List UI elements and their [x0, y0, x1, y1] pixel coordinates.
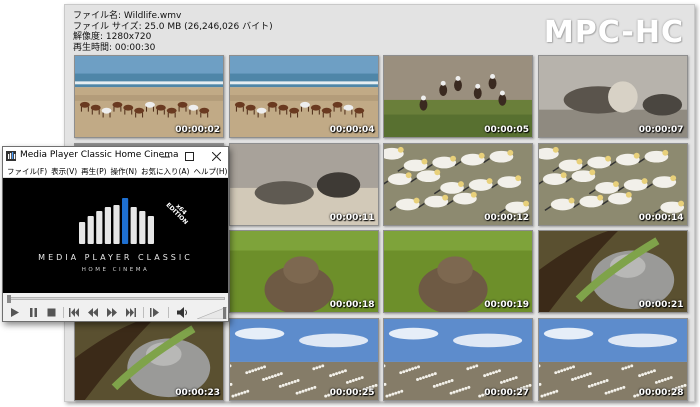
menu-bar: ファイル(F) 表示(V) 再生(P) 操作(N) お気に入り(A) ヘルプ(H)	[3, 165, 228, 178]
logo-title: MEDIA PLAYER CLASSIC	[38, 253, 193, 262]
timestamp: 00:00:18	[329, 300, 375, 310]
control-separator	[63, 307, 64, 318]
maximize-button[interactable]	[176, 147, 202, 165]
thumbnail: 00:00:18	[228, 230, 379, 313]
menu-item[interactable]: 再生(P)	[79, 165, 108, 177]
menu-item[interactable]: ヘルプ(H)	[191, 165, 229, 177]
menu-item[interactable]: 操作(N)	[109, 165, 139, 177]
mpc-logo-bars	[79, 198, 154, 244]
rewind-button[interactable]	[86, 305, 100, 319]
logo-bar	[96, 211, 103, 244]
seek-track[interactable]	[7, 297, 225, 300]
thumbnail: 00:00:07	[537, 55, 688, 138]
skip-forward-icon	[126, 307, 136, 317]
close-button[interactable]	[203, 147, 229, 165]
title-bar[interactable]: Media Player Classic Home Cinema	[3, 147, 228, 165]
timestamp: 00:00:27	[484, 387, 529, 398]
timestamp: 00:00:14	[638, 212, 684, 223]
menu-item[interactable]: お気に入り(A)	[139, 165, 191, 177]
timestamp: 00:00:11	[329, 212, 375, 223]
play-icon	[10, 307, 19, 317]
minimize-icon	[160, 156, 170, 157]
logo-bar	[122, 198, 129, 244]
timestamp: 00:00:07	[638, 125, 684, 135]
logo-bar	[79, 222, 86, 244]
menu-item[interactable]: 表示(V)	[49, 165, 79, 177]
logo-bar	[147, 216, 154, 244]
skip-forward-button[interactable]	[124, 305, 138, 319]
logo-bar	[113, 205, 120, 244]
rewind-icon	[88, 307, 98, 317]
timestamp: 00:00:05	[484, 125, 529, 135]
control-bar	[3, 303, 228, 321]
timestamp: 00:00:25	[329, 387, 375, 398]
close-icon	[211, 151, 221, 161]
seek-bar[interactable]	[7, 295, 225, 303]
thumbnail: 00:00:02	[74, 55, 224, 138]
frame-step-icon	[150, 307, 159, 317]
info-resolution: 解像度: 1280x720	[73, 32, 152, 42]
timestamp: 00:00:19	[484, 300, 529, 310]
brand-logo: MPC-HC	[543, 15, 684, 50]
volume-slider[interactable]	[197, 307, 227, 319]
logo-bar	[104, 207, 111, 244]
frame-step-button[interactable]	[148, 305, 162, 319]
pause-icon	[29, 307, 37, 317]
app-icon	[6, 151, 16, 161]
thumbnail: 00:00:11	[228, 142, 379, 226]
fast-forward-button[interactable]	[105, 305, 119, 319]
seek-handle[interactable]	[7, 295, 11, 303]
logo-bar	[139, 211, 146, 244]
thumbnail: 00:00:14	[537, 142, 688, 226]
skip-back-icon	[69, 307, 79, 317]
thumbnail: 00:00:19	[383, 230, 533, 313]
info-duration: 再生時間: 00:00:30	[73, 42, 156, 53]
thumbnail: 00:00:21	[537, 230, 688, 313]
minimize-button[interactable]	[152, 147, 178, 165]
video-area[interactable]: x64 EDITION MEDIA PLAYER CLASSIC HOME CI…	[3, 178, 228, 293]
info-filesize: ファイル サイズ: 25.0 MB (26,246,026 バイト)	[73, 21, 273, 32]
file-info: ファイル名: Wildlife.wmv ファイル サイズ: 25.0 MB (2…	[73, 11, 273, 53]
speaker-icon	[177, 306, 187, 318]
thumbnail: 00:00:05	[383, 55, 533, 138]
stop-icon	[47, 308, 55, 316]
timestamp: 00:00:12	[484, 212, 529, 223]
logo-bar	[87, 216, 94, 244]
timestamp: 00:00:02	[175, 125, 220, 135]
thumbnail: 00:00:04	[228, 55, 379, 138]
skip-back-button[interactable]	[67, 305, 81, 319]
timestamp: 00:00:28	[638, 387, 684, 398]
player-window[interactable]: Media Player Classic Home Cinema ファイル(F)…	[2, 146, 229, 322]
mute-button[interactable]	[176, 305, 190, 319]
maximize-icon	[184, 151, 194, 161]
logo-bar	[130, 207, 137, 244]
timestamp: 00:00:04	[329, 125, 375, 135]
timestamp: 00:00:21	[638, 300, 684, 310]
play-button[interactable]	[7, 305, 21, 319]
stop-button[interactable]	[44, 305, 58, 319]
thumbnail: 00:00:23	[74, 317, 224, 401]
menu-item[interactable]: ファイル(F)	[5, 165, 49, 177]
thumbnail: 00:00:12	[383, 142, 533, 226]
timestamp: 00:00:23	[175, 387, 220, 398]
fast-forward-icon	[107, 307, 117, 317]
thumbnail: 00:00:28	[537, 317, 688, 401]
control-separator	[143, 307, 144, 318]
volume-handle	[223, 307, 226, 319]
info-filename: ファイル名: Wildlife.wmv	[73, 11, 182, 21]
thumbnail: 00:00:25	[228, 317, 379, 401]
logo-subtitle: HOME CINEMA	[81, 267, 150, 273]
thumbnail: 00:00:27	[383, 317, 533, 401]
pause-button[interactable]	[26, 305, 40, 319]
control-separator	[168, 307, 169, 318]
